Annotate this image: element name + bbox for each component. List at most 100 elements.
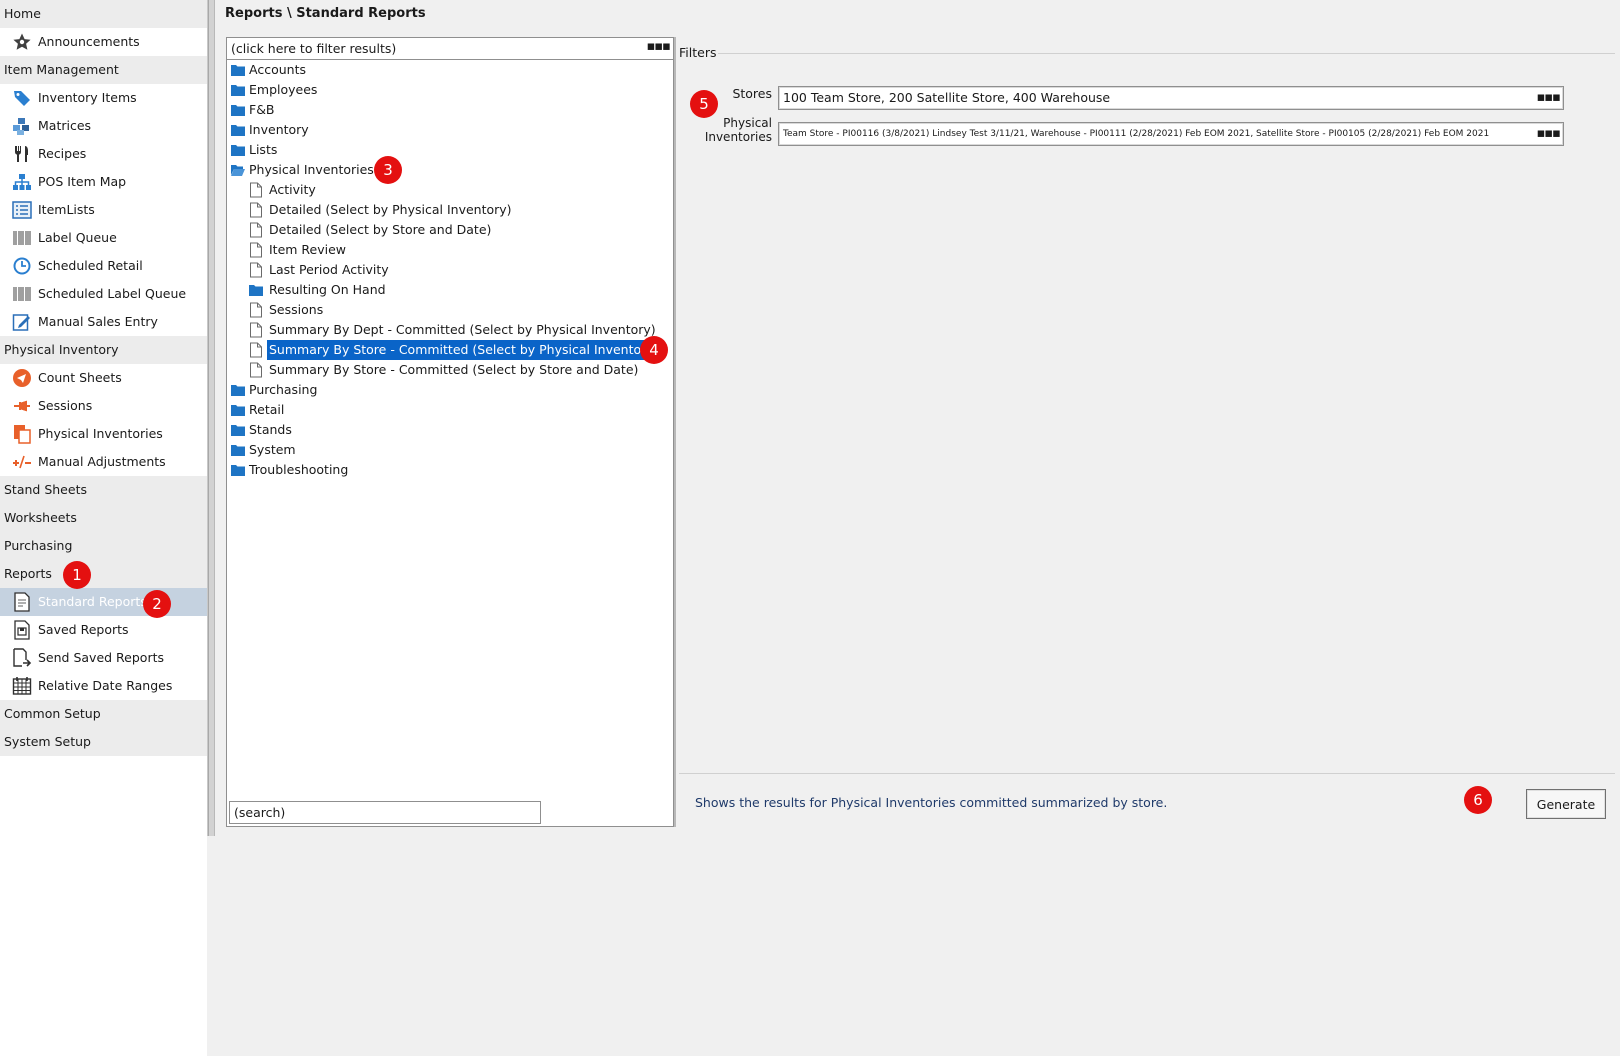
tree-folder-system[interactable]: System [227, 440, 673, 460]
tree-search-input[interactable] [229, 801, 541, 824]
nav-label: Announcements [38, 34, 140, 49]
stores-value: 100 Team Store, 200 Satellite Store, 400… [783, 90, 1111, 105]
tree-folder-troubleshooting[interactable]: Troubleshooting [227, 460, 673, 480]
document-icon [248, 202, 264, 218]
tree-label: Stands [249, 422, 292, 437]
tree-label: Detailed (Select by Store and Date) [269, 222, 492, 237]
tree-label: Sessions [269, 302, 324, 317]
sidebar-item-inventory-items[interactable]: Inventory Items [0, 84, 207, 112]
sidebar-item-relative-date-ranges[interactable]: Relative Date Ranges [0, 672, 207, 700]
folder-icon [230, 442, 246, 458]
sidebar-item-recipes[interactable]: Recipes [0, 140, 207, 168]
tree-label: Purchasing [249, 382, 318, 397]
folder-icon [230, 142, 246, 158]
nav-label: System Setup [4, 734, 91, 749]
physical-inventories-field[interactable]: Team Store - PI00116 (3/8/2021) Lindsey … [778, 122, 1564, 146]
sidebar-item-label-queue[interactable]: Label Queue [0, 224, 207, 252]
tree-report-last-period-activity[interactable]: Last Period Activity [227, 260, 673, 280]
sidebar-item-itemlists[interactable]: ItemLists [0, 196, 207, 224]
tree-folder-employees[interactable]: Employees [227, 80, 673, 100]
sidebar-item-send-saved-reports[interactable]: Send Saved Reports [0, 644, 207, 672]
saved-report-icon [11, 620, 33, 640]
document-icon [248, 222, 264, 238]
sidebar-resize-handle[interactable] [208, 0, 215, 836]
nav-label: Physical Inventories [38, 426, 163, 441]
edit-form-icon [11, 312, 33, 332]
tree-filter-input[interactable]: (click here to filter results) ▪▪▪ [227, 38, 673, 60]
nav-header-system-setup[interactable]: System Setup [0, 728, 207, 756]
tree-report-item-review[interactable]: Item Review [227, 240, 673, 260]
filter-more-button[interactable]: ▪▪▪ [647, 40, 671, 53]
tree-report-sessions[interactable]: Sessions [227, 300, 673, 320]
pi-label-line-2: Inventories [704, 130, 772, 144]
document-icon [248, 242, 264, 258]
sidebar-item-pos-item-map[interactable]: POS Item Map [0, 168, 207, 196]
tree-folder-fb[interactable]: F&B [227, 100, 673, 120]
tree-report-detailed-store-date[interactable]: Detailed (Select by Store and Date) [227, 220, 673, 240]
nav-header-worksheets[interactable]: Worksheets [0, 504, 207, 532]
pi-more-button[interactable]: ▪▪▪ [1537, 127, 1561, 140]
tree-folder-inventory[interactable]: Inventory [227, 120, 673, 140]
tree-folder-retail[interactable]: Retail [227, 400, 673, 420]
folder-icon [248, 282, 264, 298]
folder-icon [230, 462, 246, 478]
tree-folder-lists[interactable]: Lists [227, 140, 673, 160]
nav-header-purchasing[interactable]: Purchasing [0, 532, 207, 560]
sidebar-item-manual-adjustments[interactable]: Manual Adjustments [0, 448, 207, 476]
nav-header-stand-sheets[interactable]: Stand Sheets [0, 476, 207, 504]
tree-report-summary-store-date[interactable]: Summary By Store - Committed (Select by … [227, 360, 673, 380]
page-title: Reports \ Standard Reports [225, 6, 426, 21]
nav-header-item-management[interactable]: Item Management [0, 56, 207, 84]
nav-label: Item Management [4, 62, 119, 77]
nav-header-home[interactable]: Home [0, 0, 207, 28]
tree-report-summary-dept-pi[interactable]: Summary By Dept - Committed (Select by P… [227, 320, 673, 340]
generate-button[interactable]: Generate [1526, 789, 1606, 819]
document-icon [248, 322, 264, 338]
sidebar-item-matrices[interactable]: Matrices [0, 112, 207, 140]
nav-header-common-setup[interactable]: Common Setup [0, 700, 207, 728]
tree-folder-resulting-on-hand[interactable]: Resulting On Hand [227, 280, 673, 300]
sidebar-item-count-sheets[interactable]: Count Sheets [0, 364, 207, 392]
calendar-icon [11, 676, 33, 696]
nav-label: Relative Date Ranges [38, 678, 173, 693]
sitemap-icon [11, 172, 33, 192]
matrix-cubes-icon [11, 116, 33, 136]
sidebar-item-saved-reports[interactable]: Saved Reports [0, 616, 207, 644]
panel-splitter[interactable] [674, 37, 676, 827]
tree-folder-accounts[interactable]: Accounts [227, 60, 673, 80]
footer-divider [679, 773, 1615, 774]
nav-label: ItemLists [38, 202, 95, 217]
nav-label: Common Setup [4, 706, 101, 721]
tree-folder-purchasing[interactable]: Purchasing [227, 380, 673, 400]
document-icon [248, 362, 264, 378]
tree-report-activity[interactable]: Activity [227, 180, 673, 200]
stores-field[interactable]: 100 Team Store, 200 Satellite Store, 400… [778, 86, 1564, 110]
pi-value: Team Store - PI00116 (3/8/2021) Lindsey … [783, 129, 1490, 139]
nav-label: Home [4, 6, 41, 21]
nav-label: Purchasing [4, 538, 73, 553]
nav-label: Sessions [38, 398, 93, 413]
tree-label: Resulting On Hand [269, 282, 386, 297]
sidebar-item-scheduled-retail[interactable]: Scheduled Retail [0, 252, 207, 280]
sidebar-item-sessions[interactable]: Sessions [0, 392, 207, 420]
nav-label: Manual Adjustments [38, 454, 166, 469]
nav-label: Label Queue [38, 230, 117, 245]
nav-header-reports[interactable]: Reports [0, 560, 207, 588]
sidebar-item-scheduled-label-queue[interactable]: Scheduled Label Queue [0, 280, 207, 308]
sidebar-item-physical-inventories[interactable]: Physical Inventories [0, 420, 207, 448]
nav-header-physical-inventory[interactable]: Physical Inventory [0, 336, 207, 364]
tree-folder-physical-inventories[interactable]: Physical Inventories [227, 160, 673, 180]
sidebar-item-standard-reports[interactable]: Standard Reports [0, 588, 207, 616]
sidebar-item-manual-sales-entry[interactable]: Manual Sales Entry [0, 308, 207, 336]
tree-folder-stands[interactable]: Stands [227, 420, 673, 440]
stores-more-button[interactable]: ▪▪▪ [1537, 91, 1561, 104]
tree-report-summary-store-pi[interactable]: Summary By Store - Committed (Select by … [227, 340, 673, 360]
nav-label: Worksheets [4, 510, 77, 525]
report-tree-panel: (click here to filter results) ▪▪▪ Accou… [226, 37, 674, 827]
tree-label: Lists [249, 142, 278, 157]
document-icon [248, 302, 264, 318]
nav-label: Physical Inventory [4, 342, 119, 357]
tree-report-detailed-pi[interactable]: Detailed (Select by Physical Inventory) [227, 200, 673, 220]
report-document-icon [11, 592, 33, 612]
sidebar-item-announcements[interactable]: Announcements [0, 28, 207, 56]
